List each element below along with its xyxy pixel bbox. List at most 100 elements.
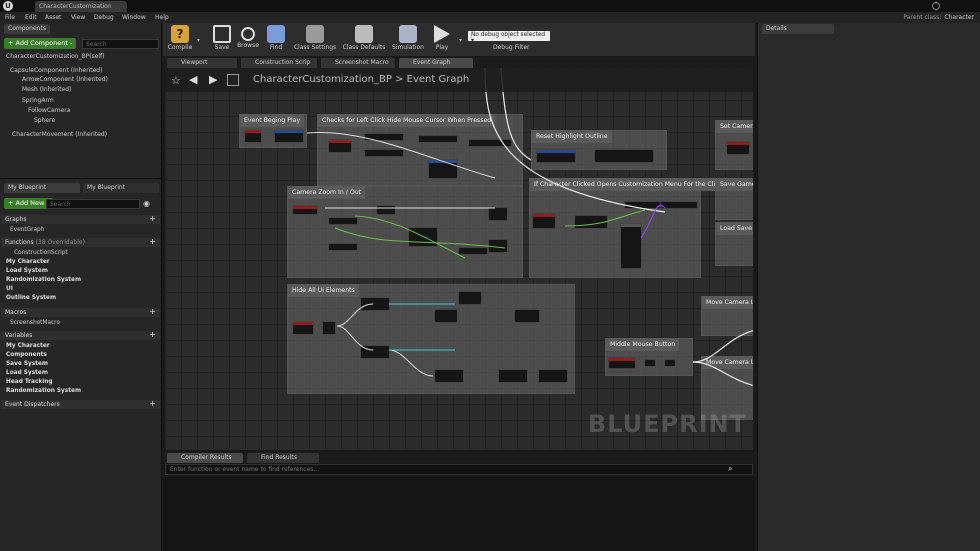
tree-item-springarm[interactable]: SpringArm	[22, 97, 54, 104]
function-item-constructionscript[interactable]: ConstructionScript	[14, 250, 68, 256]
tab-construction-script[interactable]: Construction Scrip	[241, 58, 317, 68]
back-arrow-icon[interactable]: ◀	[189, 73, 197, 86]
self-item[interactable]: CharacterCustomization_BP(self)	[6, 53, 105, 60]
account-icon[interactable]	[932, 2, 940, 10]
tab-viewport[interactable]: Viewport	[167, 58, 237, 68]
compile-label: Compile	[167, 44, 193, 51]
menu-help[interactable]: Help	[155, 14, 169, 21]
variables-section[interactable]: Variables +	[1, 331, 160, 340]
toolbar: ? Compile ▾ Save Browse Find Class Setti…	[163, 23, 755, 56]
visibility-icon[interactable]: ◉	[143, 199, 157, 209]
simulation-button[interactable]: Simulation	[391, 25, 425, 51]
unreal-logo-icon: U	[3, 1, 13, 11]
data-wire	[354, 215, 466, 259]
my-blueprint-tab[interactable]: My Blueprint	[4, 183, 80, 193]
tree-item-followcamera[interactable]: FollowCamera	[28, 107, 70, 114]
compile-button[interactable]: ? Compile	[165, 25, 195, 51]
play-options-icon[interactable]: ▾	[459, 37, 462, 44]
play-icon	[434, 25, 450, 43]
compile-options-icon[interactable]: ▾	[197, 37, 200, 44]
tab-find-results[interactable]: Find Results	[247, 453, 319, 463]
parent-class: Parent class: Character	[903, 14, 974, 21]
menu-asset[interactable]: Asset	[45, 14, 61, 21]
document-tab[interactable]: CharacterCustomization	[35, 1, 127, 12]
function-category-ui[interactable]: UI	[6, 286, 13, 292]
browse-button[interactable]: Browse	[233, 25, 263, 49]
save-icon	[213, 25, 231, 43]
function-category-loadsystem[interactable]: Load System	[6, 268, 48, 274]
functions-header: Functions	[5, 239, 34, 246]
save-label: Save	[214, 44, 230, 51]
dispatchers-header: Event Dispatchers	[5, 401, 60, 408]
my-blueprint-tab-2-label: My Blueprint	[87, 184, 126, 191]
star-icon[interactable]: ☆	[171, 74, 181, 87]
exec-wire	[692, 361, 753, 387]
menu-file[interactable]: File	[5, 14, 15, 21]
gear-icon	[306, 25, 324, 43]
variable-category-randomization[interactable]: Randomization System	[6, 388, 81, 394]
my-blueprint-tab-2[interactable]: My Blueprint	[83, 183, 159, 193]
add-graph-icon[interactable]: +	[149, 215, 156, 223]
details-tab[interactable]: Details	[762, 24, 834, 34]
function-category-mycharacter[interactable]: My Character	[6, 259, 50, 265]
simulation-label: Simulation	[392, 44, 424, 51]
play-button[interactable]: Play	[427, 25, 457, 51]
debug-filter-label: Debug Filter	[493, 44, 530, 51]
search-icon[interactable]: ⌕	[728, 464, 732, 474]
tab-compiler-results[interactable]: Compiler Results	[167, 453, 243, 463]
breadcrumb-separator: >	[395, 74, 404, 85]
blueprint-search-input[interactable]: Search	[46, 199, 140, 209]
variable-category-loadsystem[interactable]: Load System	[6, 370, 48, 376]
class-defaults-button[interactable]: Class Defaults	[341, 25, 387, 51]
tree-item-sphere[interactable]: Sphere	[34, 117, 55, 124]
add-macro-icon[interactable]: +	[149, 308, 156, 316]
function-category-randomization[interactable]: Randomization System	[6, 277, 81, 283]
breadcrumb-root[interactable]: CharacterCustomization_BP	[253, 74, 392, 85]
graph-breadcrumb-bar: ☆ ◀ ▶ CharacterCustomization_BP > Event …	[165, 68, 753, 92]
title-bar: U CharacterCustomization	[0, 0, 980, 12]
add-component-button[interactable]: + Add Component -	[4, 38, 77, 49]
parent-class-value[interactable]: Character	[944, 14, 974, 21]
menu-window[interactable]: Window	[122, 14, 146, 21]
variable-category-components[interactable]: Components	[6, 352, 47, 358]
tree-item-charactermovement[interactable]: CharacterMovement (Inherited)	[12, 131, 107, 138]
variable-category-savesystem[interactable]: Save System	[6, 361, 48, 367]
variable-category-headtracking[interactable]: Head Tracking	[6, 379, 53, 385]
graph-item-eventgraph[interactable]: EventGraph	[10, 227, 44, 233]
variable-category-mycharacter[interactable]: My Character	[6, 343, 50, 349]
exec-wire	[336, 303, 374, 327]
browse-label: Browse	[237, 42, 259, 49]
dispatchers-section[interactable]: Event Dispatchers +	[1, 400, 160, 409]
tab-event-graph[interactable]: Event Graph	[399, 58, 473, 68]
class-settings-label: Class Settings	[293, 44, 337, 51]
tab-screenshot-macro[interactable]: Screenshot Macro	[321, 58, 395, 68]
class-settings-button[interactable]: Class Settings	[291, 25, 339, 51]
menu-view[interactable]: View	[71, 14, 85, 21]
menu-debug[interactable]: Debug	[94, 14, 114, 21]
add-variable-icon[interactable]: +	[149, 331, 156, 339]
find-button[interactable]: Find	[261, 25, 291, 51]
variables-header: Variables	[5, 332, 33, 339]
menu-edit[interactable]: Edit	[25, 14, 37, 21]
functions-section[interactable]: Functions (38 Overridable) +	[1, 238, 160, 247]
event-graph-canvas[interactable]: Event Beging Play Checks for Left Click …	[165, 68, 753, 450]
find-references-input[interactable]: Enter function or event name to find ref…	[165, 464, 753, 475]
function-category-outline[interactable]: Outline System	[6, 295, 56, 301]
forward-arrow-icon[interactable]: ▶	[209, 73, 217, 86]
add-dispatcher-icon[interactable]: +	[149, 400, 156, 408]
macros-section[interactable]: Macros +	[1, 308, 160, 317]
bottom-tab-bar: Compiler Results Find Results	[163, 452, 755, 463]
breadcrumb-leaf[interactable]: Event Graph	[407, 74, 470, 85]
tree-item-arrow[interactable]: ArrowComponent (Inherited)	[22, 76, 108, 83]
components-search-input[interactable]: Search	[82, 39, 159, 49]
graphs-section[interactable]: Graphs +	[1, 215, 160, 224]
parent-class-label: Parent class:	[903, 14, 942, 21]
debug-object-select[interactable]: No debug object selected ▾	[468, 31, 550, 44]
macro-item-screenshot[interactable]: ScreenshotMacro	[10, 320, 60, 326]
tree-item-mesh[interactable]: Mesh (Inherited)	[22, 86, 71, 93]
tree-item-capsule[interactable]: CapsuleComponent (Inherited)	[10, 67, 102, 74]
components-tab[interactable]: Components	[4, 24, 50, 34]
data-wire	[334, 227, 506, 249]
add-function-icon[interactable]: +	[149, 238, 156, 246]
exec-wire	[388, 349, 434, 377]
